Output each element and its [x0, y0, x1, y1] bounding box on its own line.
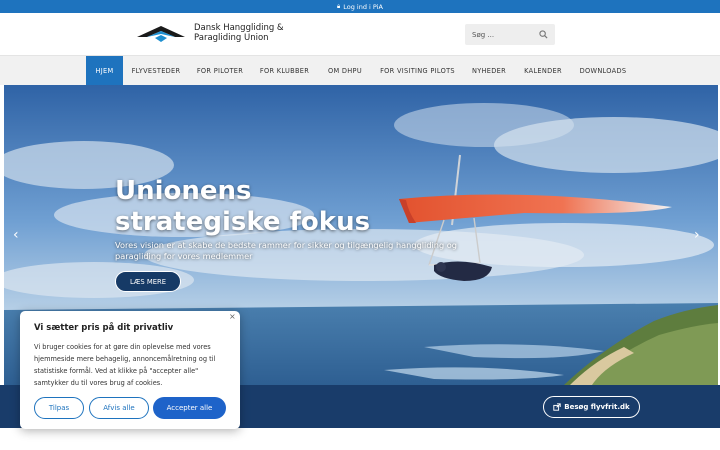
nav-item-kalender[interactable]: KALENDER	[515, 56, 571, 86]
nav-item-for-piloter[interactable]: FOR PILOTER	[189, 56, 251, 86]
visit-flyvfrit-label: Besøg flyvfrit.dk	[564, 403, 630, 411]
glider-logo-icon[interactable]	[135, 23, 187, 45]
nav-item-hjem[interactable]: HJEM	[86, 56, 123, 86]
nav-item-nyheder[interactable]: NYHEDER	[463, 56, 515, 86]
cookie-body-text: Vi bruger cookies for at gøre din opleve…	[34, 343, 216, 387]
site-logo-text[interactable]: Dansk Hanggliding & Paragliding Union	[194, 23, 284, 43]
visit-flyvfrit-button[interactable]: Besøg flyvfrit.dk	[543, 396, 640, 418]
hero-title-line-2: strategiske fokus	[115, 207, 371, 237]
close-icon[interactable]: ×	[229, 312, 236, 321]
login-link[interactable]: Log ind i PiA	[343, 3, 383, 11]
nav-item-flyvesteder[interactable]: FLYVESTEDER	[123, 56, 189, 86]
nav-item-om-dhpu[interactable]: OM DHPU	[318, 56, 372, 86]
search-input[interactable]: Søg ...	[465, 24, 555, 45]
search-icon[interactable]	[539, 30, 548, 39]
main-nav: HJEM FLYVESTEDER FOR PILOTER FOR KLUBBER…	[0, 55, 720, 86]
reject-all-button[interactable]: Afvis alle	[89, 397, 149, 419]
cookie-consent-dialog: × Vi sætter pris på dit privatliv Vi bru…	[20, 311, 240, 429]
chevron-left-icon[interactable]: ‹	[13, 228, 19, 242]
hero-title-line-1: Unionens	[115, 176, 252, 206]
customize-button[interactable]: Tilpas	[34, 397, 84, 419]
nav-item-downloads[interactable]: DOWNLOADS	[571, 56, 635, 86]
accept-all-button[interactable]: Accepter alle	[153, 397, 226, 419]
chevron-right-icon[interactable]: ›	[694, 228, 700, 242]
lock-icon: 🔒︎	[337, 2, 341, 10]
hero-subtitle: Vores vision er at skabe de bedste ramme…	[115, 240, 457, 261]
hero-title: Unionens strategiske fokus	[115, 176, 415, 238]
read-more-button[interactable]: LÆS MERE	[115, 271, 181, 292]
logo-line-1: Dansk Hanggliding &	[194, 23, 284, 33]
external-link-icon	[553, 403, 561, 411]
logo-line-2: Paragliding Union	[194, 33, 269, 43]
nav-item-visiting-pilots[interactable]: FOR VISITING PILOTS	[372, 56, 463, 86]
site-header: Dansk Hanggliding & Paragliding Union Sø…	[0, 13, 720, 55]
cookie-title: Vi sætter pris på dit privatliv	[34, 323, 174, 333]
login-bar[interactable]: 🔒︎ Log ind i PiA	[0, 0, 720, 13]
nav-item-for-klubber[interactable]: FOR KLUBBER	[251, 56, 318, 86]
search-placeholder: Søg ...	[472, 30, 495, 39]
